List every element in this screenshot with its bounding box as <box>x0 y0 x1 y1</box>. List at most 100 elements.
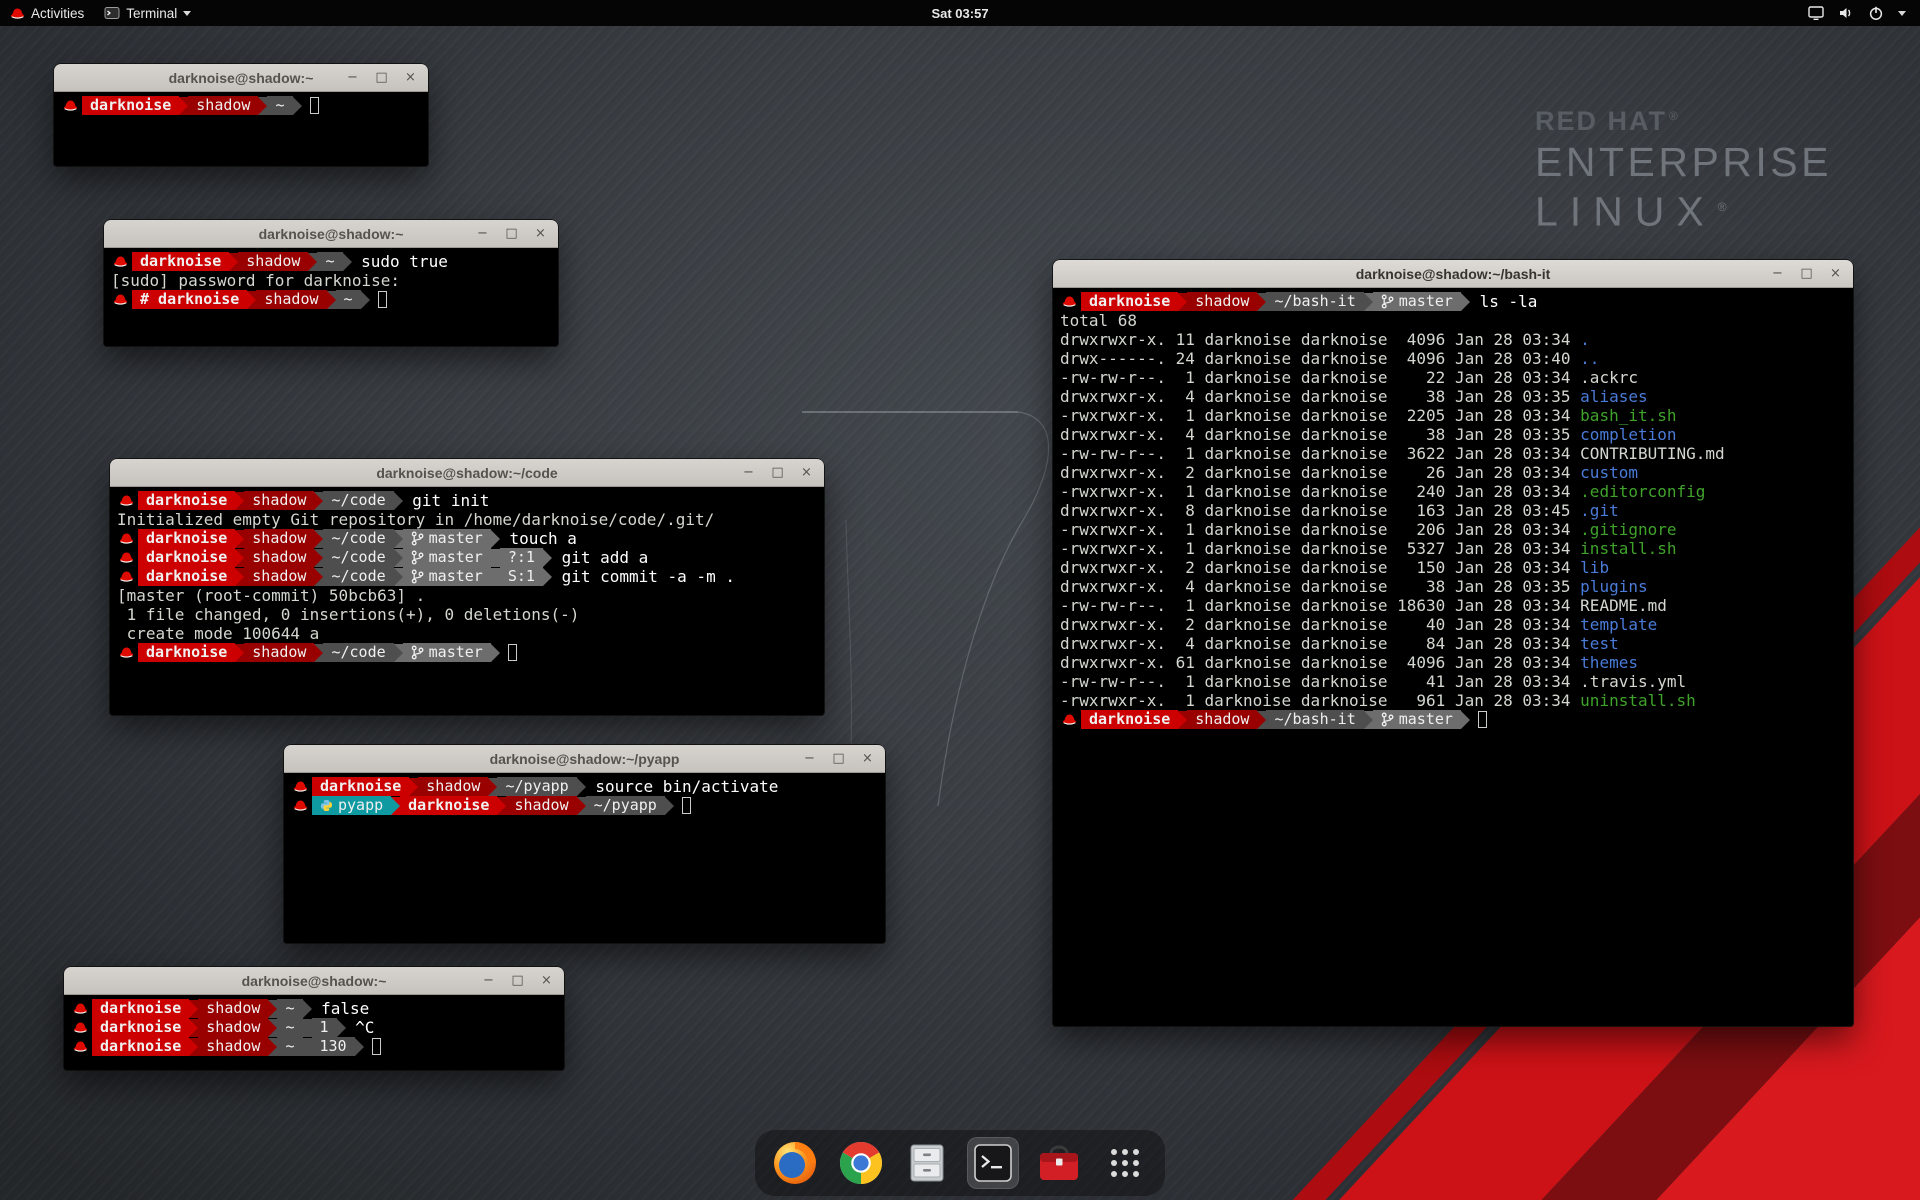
close-button[interactable]: × <box>1827 265 1844 282</box>
maximize-button[interactable]: □ <box>769 464 786 481</box>
output-text: -rwxrwxr-x. 1 darknoise darknoise 240 Ja… <box>1060 482 1580 501</box>
hat-icon <box>71 1002 89 1015</box>
minimize-button[interactable]: − <box>740 464 757 481</box>
window-titlebar[interactable]: darknoise@shadow:~/bash-it−□× <box>1053 260 1853 288</box>
prompt-segment-text: shadow <box>252 529 306 548</box>
output-line: [master (root-commit) 50bcb63] . <box>117 586 817 605</box>
dock-item-chrome[interactable] <box>835 1137 887 1189</box>
output-line: drwxrwxr-x. 2 darknoise darknoise 40 Jan… <box>1060 615 1846 634</box>
prompt-segment: darknoise <box>92 1018 189 1037</box>
window-titlebar[interactable]: darknoise@shadow:~−□× <box>64 967 564 995</box>
output-text: .travis.yml <box>1580 672 1686 691</box>
window-titlebar[interactable]: darknoise@shadow:~−□× <box>104 220 558 248</box>
dock-item-app-grid[interactable] <box>1099 1137 1151 1189</box>
terminal-window-3: darknoise@shadow:~/code−□×darknoiseshado… <box>110 459 824 715</box>
prompt-segment-text: ~/code <box>331 491 385 510</box>
dock-item-terminal[interactable] <box>967 1137 1019 1189</box>
chrome-icon <box>838 1140 884 1186</box>
text-cursor <box>372 1038 381 1055</box>
terminal-content[interactable]: darknoiseshadow~ sudo true[sudo] passwor… <box>104 248 558 346</box>
output-text: total 68 <box>1060 311 1137 330</box>
maximize-button[interactable]: □ <box>509 972 526 989</box>
powerline-arrow-icon <box>491 568 500 586</box>
minimize-button[interactable]: − <box>801 750 818 767</box>
maximize-button[interactable]: □ <box>1798 265 1815 282</box>
minimize-button[interactable]: − <box>344 69 361 86</box>
chevron-down-icon <box>1898 11 1906 16</box>
prompt-segment: ~/code <box>323 567 393 586</box>
prompt-segment-text: darknoise <box>146 529 227 548</box>
command-text: touch a <box>500 529 577 548</box>
activities-button[interactable]: Activities <box>0 0 94 26</box>
close-button[interactable]: × <box>859 750 876 767</box>
prompt-segment: darknoise <box>138 567 235 586</box>
prompt-segment: 1 <box>312 1018 337 1037</box>
prompt-segment: shadow <box>244 548 314 567</box>
output-text: -rwxrwxr-x. 1 darknoise darknoise 206 Ja… <box>1060 520 1580 539</box>
output-text: .ackrc <box>1580 368 1638 387</box>
output-text: completion <box>1580 425 1676 444</box>
prompt-segment-text: darknoise <box>1089 292 1170 311</box>
powerline-arrow-icon <box>268 1000 277 1018</box>
prompt-segment-text: shadow <box>264 290 318 309</box>
maximize-button[interactable]: □ <box>830 750 847 767</box>
powerline-arrow-icon <box>1178 293 1187 311</box>
window-titlebar[interactable]: darknoise@shadow:~/code−□× <box>110 459 824 487</box>
terminal-content[interactable]: darknoiseshadow~/bash-itmaster ls -latot… <box>1053 288 1853 1026</box>
window-controls: −□ × <box>740 459 815 486</box>
minimize-button[interactable]: − <box>474 225 491 242</box>
close-button[interactable]: × <box>538 972 555 989</box>
prompt-segment: darknoise <box>1081 710 1178 729</box>
hat-icon <box>1060 295 1078 308</box>
close-button[interactable]: × <box>532 225 549 242</box>
prompt-segment-text: ~ <box>285 1018 294 1037</box>
powerline-arrow-icon <box>543 568 552 586</box>
prompt-line: darknoiseshadow~1 ^C <box>71 1018 557 1037</box>
dock-item-files[interactable] <box>901 1137 953 1189</box>
window-titlebar[interactable]: darknoise@shadow:~−□× <box>54 64 428 92</box>
output-text: [sudo] password for darknoise: <box>111 271 410 290</box>
maximize-button[interactable]: □ <box>373 69 390 86</box>
terminal-content[interactable]: darknoiseshadow~ <box>54 92 428 166</box>
output-text: drwxrwxr-x. 61 darknoise darknoise 4096 … <box>1060 653 1580 672</box>
powerline-arrow-icon <box>235 549 244 567</box>
dock-item-toolbox[interactable] <box>1033 1137 1085 1189</box>
prompt-segment-text: darknoise <box>320 777 401 796</box>
maximize-button[interactable]: □ <box>503 225 520 242</box>
prompt-segment: ~/code <box>323 491 393 510</box>
prompt-segment: # darknoise <box>132 290 247 309</box>
powerline-arrow-icon <box>394 568 403 586</box>
output-text: -rw-rw-r--. 1 darknoise darknoise 3622 J… <box>1060 444 1580 463</box>
terminal-content[interactable]: darknoiseshadow~ falsedarknoiseshadow~1 … <box>64 995 564 1070</box>
powerline-arrow-icon <box>314 492 323 510</box>
clock[interactable]: Sat 03:57 <box>921 0 998 26</box>
dock-item-firefox[interactable] <box>769 1137 821 1189</box>
branch-icon <box>1381 712 1394 727</box>
prompt-segment: ~/code <box>323 643 393 662</box>
terminal-app-icon <box>104 6 120 20</box>
prompt-segment: ~ <box>277 1037 302 1056</box>
output-text: themes <box>1580 653 1638 672</box>
minimize-button[interactable]: − <box>480 972 497 989</box>
prompt-segment: shadow <box>238 252 308 271</box>
close-button[interactable]: × <box>402 69 419 86</box>
hat-icon <box>71 1021 89 1034</box>
output-line: -rw-rw-r--. 1 darknoise darknoise 41 Jan… <box>1060 672 1846 691</box>
prompt-segment: 130 <box>312 1037 355 1056</box>
system-menu[interactable] <box>1794 0 1920 26</box>
powerline-arrow-icon <box>361 291 370 309</box>
prompt-segment: shadow <box>256 290 326 309</box>
app-menu-terminal[interactable]: Terminal <box>94 0 201 26</box>
output-text: -rwxrwxr-x. 1 darknoise darknoise 5327 J… <box>1060 539 1580 558</box>
terminal-content[interactable]: darknoiseshadow~/code git initInitialize… <box>110 487 824 715</box>
minimize-button[interactable]: − <box>1769 265 1786 282</box>
terminal-content[interactable]: darknoiseshadow~/pyapp source bin/activa… <box>284 773 885 943</box>
window-titlebar[interactable]: darknoise@shadow:~/pyapp−□× <box>284 745 885 773</box>
prompt-segment-text: darknoise <box>100 1037 181 1056</box>
prompt-segment-text: shadow <box>426 777 480 796</box>
close-button[interactable]: × <box>798 464 815 481</box>
output-line: -rwxrwxr-x. 1 darknoise darknoise 2205 J… <box>1060 406 1846 425</box>
prompt-segment-text: ~ <box>285 999 294 1018</box>
output-line: drwx------. 24 darknoise darknoise 4096 … <box>1060 349 1846 368</box>
hat-icon <box>111 255 129 268</box>
